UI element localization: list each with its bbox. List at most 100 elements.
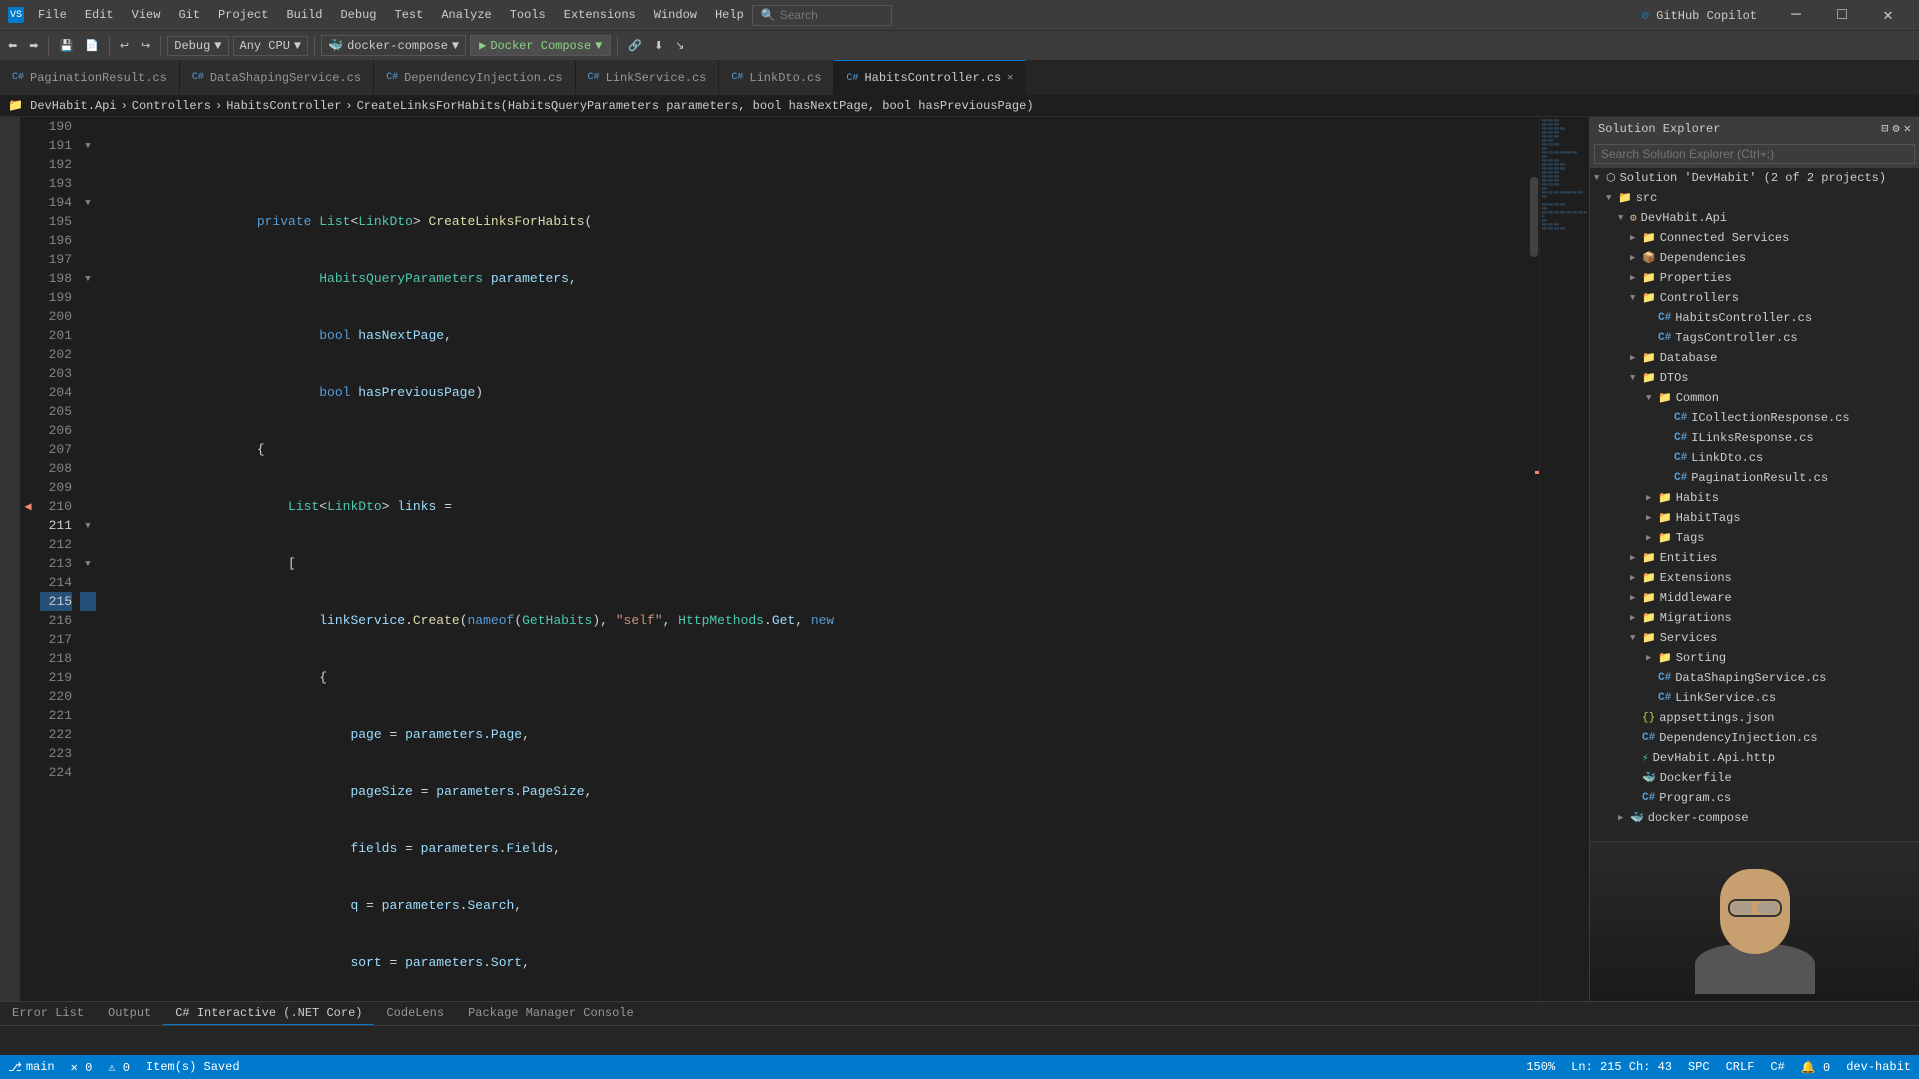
tab-linkservice[interactable]: C# LinkService.cs	[576, 60, 720, 95]
menu-window[interactable]: Window	[646, 5, 705, 25]
tab-depinj[interactable]: C# DependencyInjection.cs	[374, 60, 575, 95]
se-close-icon[interactable]: ✕	[1904, 121, 1911, 136]
debug-config-dropdown[interactable]: Debug ▼	[167, 36, 228, 56]
se-dtos[interactable]: ▼ 📁 DTOs	[1590, 368, 1919, 388]
se-datashapingservice[interactable]: C# DataShapingService.cs	[1590, 668, 1919, 688]
menu-git[interactable]: Git	[170, 5, 208, 25]
step-over[interactable]: ⬇	[650, 37, 667, 54]
status-git-branch[interactable]: ⎇ main	[8, 1060, 55, 1075]
status-zoom[interactable]: 150%	[1526, 1060, 1555, 1075]
tab-error-list[interactable]: Error List	[0, 1002, 96, 1025]
se-collapse-icon[interactable]: ⊟	[1881, 121, 1888, 136]
title-search-box[interactable]: 🔍	[752, 5, 892, 26]
se-search-input[interactable]	[1594, 144, 1915, 164]
step-into[interactable]: ↘	[671, 37, 688, 54]
tab-codelens[interactable]: CodeLens	[374, 1002, 456, 1025]
menu-project[interactable]: Project	[210, 5, 276, 25]
editor-container[interactable]: ◀ 190 191 192 193 194 195 196 197 198 19…	[20, 117, 1589, 1001]
status-warnings[interactable]: ⚠ 0	[108, 1060, 130, 1075]
se-controllers[interactable]: ▼ 📁 Controllers	[1590, 288, 1919, 308]
breadcrumb-controllers[interactable]: Controllers	[132, 99, 211, 113]
status-line-ending[interactable]: CRLF	[1726, 1060, 1755, 1075]
tab-linkdto[interactable]: C# LinkDto.cs	[719, 60, 834, 95]
platform-dropdown[interactable]: Any CPU ▼	[233, 36, 309, 56]
se-dockerfile[interactable]: 🐳 Dockerfile	[1590, 768, 1919, 788]
se-dependencies[interactable]: ▶ 📦 Dependencies	[1590, 248, 1919, 268]
se-tags[interactable]: ▶ 📁 Tags	[1590, 528, 1919, 548]
menu-test[interactable]: Test	[387, 5, 432, 25]
close-button[interactable]: ✕	[1865, 0, 1911, 30]
se-src[interactable]: ▼ 📁 src	[1590, 188, 1919, 208]
menu-debug[interactable]: Debug	[332, 5, 384, 25]
se-database[interactable]: ▶ 📁 Database	[1590, 348, 1919, 368]
se-connected-services[interactable]: ▶ 📁 Connected Services	[1590, 228, 1919, 248]
scrollbar-thumb[interactable]	[1530, 177, 1538, 257]
menu-build[interactable]: Build	[278, 5, 330, 25]
se-extensions[interactable]: ▶ 📁 Extensions	[1590, 568, 1919, 588]
breadcrumb-project[interactable]: 📁 DevHabit.Api	[8, 98, 117, 113]
se-docker-compose[interactable]: ▶ 🐳 docker-compose	[1590, 808, 1919, 828]
menu-bar[interactable]: File Edit View Git Project Build Debug T…	[30, 5, 752, 25]
se-habittags[interactable]: ▶ 📁 HabitTags	[1590, 508, 1919, 528]
se-devhabit-http[interactable]: ⚡ DevHabit.Api.http	[1590, 748, 1919, 768]
menu-edit[interactable]: Edit	[77, 5, 122, 25]
status-line-col[interactable]: Ln: 215 Ch: 43	[1571, 1060, 1672, 1075]
se-icollectionresponse[interactable]: C# ICollectionResponse.cs	[1590, 408, 1919, 428]
vertical-scrollbar[interactable]	[1529, 117, 1539, 1001]
status-notifications[interactable]: 🔔 0	[1801, 1060, 1830, 1075]
menu-extensions[interactable]: Extensions	[556, 5, 644, 25]
menu-file[interactable]: File	[30, 5, 75, 25]
tab-output[interactable]: Output	[96, 1002, 163, 1025]
se-search-box[interactable]	[1590, 140, 1919, 168]
se-program[interactable]: C# Program.cs	[1590, 788, 1919, 808]
se-settings-icon[interactable]: ⚙	[1893, 121, 1900, 136]
se-devhabit-api[interactable]: ▼ ⚙ DevHabit.Api	[1590, 208, 1919, 228]
status-errors[interactable]: ✕ 0	[71, 1060, 93, 1075]
tab-package-manager[interactable]: Package Manager Console	[456, 1002, 646, 1025]
menu-view[interactable]: View	[124, 5, 169, 25]
save-all-button[interactable]: 📄	[81, 37, 103, 54]
undo-button[interactable]: ↩	[116, 37, 133, 54]
minimize-button[interactable]: ─	[1773, 0, 1819, 30]
se-appsettings[interactable]: {} appsettings.json	[1590, 708, 1919, 728]
se-habits[interactable]: ▶ 📁 Habits	[1590, 488, 1919, 508]
se-common[interactable]: ▼ 📁 Common	[1590, 388, 1919, 408]
breadcrumb-controller[interactable]: HabitsController	[226, 99, 341, 113]
menu-help[interactable]: Help	[707, 5, 752, 25]
attach-button[interactable]: 🔗	[624, 37, 646, 54]
se-entities[interactable]: ▶ 📁 Entities	[1590, 548, 1919, 568]
se-habitscontroller[interactable]: C# HabitsController.cs	[1590, 308, 1919, 328]
maximize-button[interactable]: □	[1819, 0, 1865, 30]
se-ilinksresponse[interactable]: C# ILinksResponse.cs	[1590, 428, 1919, 448]
code-editor[interactable]: private List<LinkDto> CreateLinksForHabi…	[96, 117, 1529, 1001]
se-linkservice[interactable]: C# LinkService.cs	[1590, 688, 1919, 708]
status-language[interactable]: C#	[1770, 1060, 1784, 1075]
se-solution[interactable]: ▼ ⬡ Solution 'DevHabit' (2 of 2 projects…	[1590, 168, 1919, 188]
se-paginationresult[interactable]: C# PaginationResult.cs	[1590, 468, 1919, 488]
se-properties[interactable]: ▶ 📁 Properties	[1590, 268, 1919, 288]
se-sorting[interactable]: ▶ 📁 Sorting	[1590, 648, 1919, 668]
se-migrations[interactable]: ▶ 📁 Migrations	[1590, 608, 1919, 628]
back-button[interactable]: ⬅	[4, 37, 21, 54]
tab-pagination[interactable]: C# PaginationResult.cs	[0, 60, 180, 95]
redo-button[interactable]: ↪	[137, 37, 154, 54]
menu-analyze[interactable]: Analyze	[433, 5, 499, 25]
breadcrumb-method[interactable]: CreateLinksForHabits(HabitsQueryParamete…	[357, 99, 1034, 113]
docker-target-dropdown[interactable]: 🐳 docker-compose ▼	[321, 35, 466, 56]
window-controls[interactable]: ─ □ ✕	[1773, 0, 1911, 30]
tab-close-icon[interactable]: ✕	[1007, 72, 1013, 84]
se-middleware[interactable]: ▶ 📁 Middleware	[1590, 588, 1919, 608]
forward-button[interactable]: ➡	[25, 37, 42, 54]
tab-datashaping[interactable]: C# DataShapingService.cs	[180, 60, 374, 95]
se-linkdto[interactable]: C# LinkDto.cs	[1590, 448, 1919, 468]
tab-habitscontroller[interactable]: C# HabitsController.cs ✕	[834, 60, 1026, 95]
se-depinj[interactable]: C# DependencyInjection.cs	[1590, 728, 1919, 748]
tab-csharp-interactive[interactable]: C# Interactive (.NET Core)	[163, 1002, 374, 1025]
run-button[interactable]: ▶ Docker Compose ▼	[470, 35, 611, 56]
menu-tools[interactable]: Tools	[502, 5, 554, 25]
status-encoding[interactable]: SPC	[1688, 1060, 1710, 1075]
save-button[interactable]: 💾	[55, 37, 77, 54]
se-services[interactable]: ▼ 📁 Services	[1590, 628, 1919, 648]
title-search-input[interactable]	[780, 8, 880, 22]
se-tagscontroller[interactable]: C# TagsController.cs	[1590, 328, 1919, 348]
